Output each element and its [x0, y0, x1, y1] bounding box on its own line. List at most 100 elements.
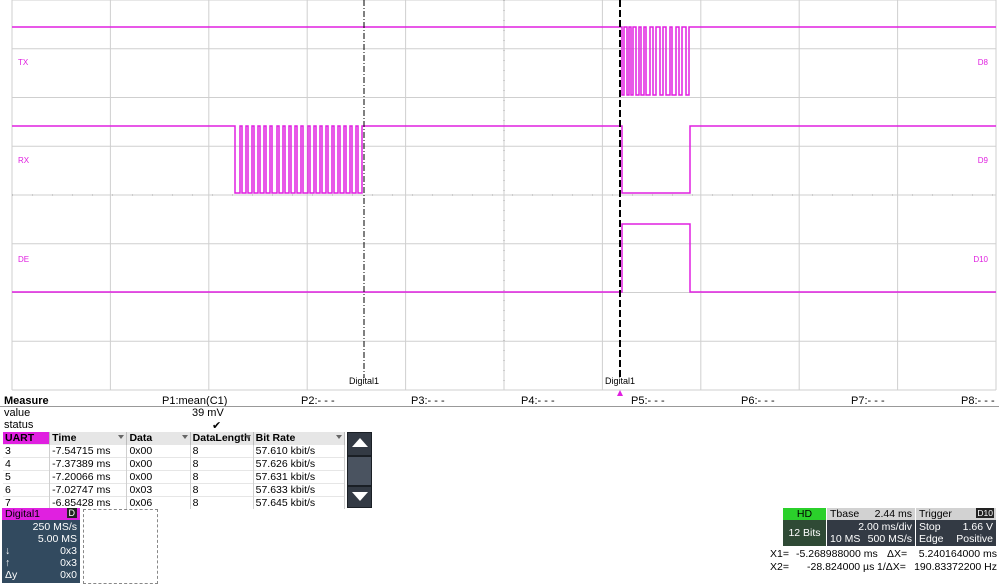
scroll-down-button[interactable]	[347, 486, 372, 508]
cell-index: 5	[3, 470, 51, 484]
trigger-type: Edge	[919, 533, 944, 545]
cell-bitrate: 57.626 kbit/s	[253, 457, 346, 471]
x2-value: -28.824000 µs	[807, 561, 875, 573]
cell-index: 4	[3, 457, 51, 471]
timebase-div: 2.00 ms/div	[858, 521, 912, 533]
x2-label: X2=	[770, 561, 789, 573]
hd-label: HD	[783, 508, 826, 520]
cursor-label-right: Digital1	[605, 376, 636, 386]
table-row[interactable]: 5 -7.20066 ms 0x00 8 57.631 kbit/s	[3, 470, 346, 484]
dropdown-icon[interactable]	[244, 435, 251, 439]
timebase-trigger-panel: HD 12 Bits Tbase 2.44 ms 2.00 ms/div 10 …	[783, 508, 996, 546]
dropdown-icon[interactable]	[336, 435, 342, 439]
digital1-dy-value: 0x0	[60, 569, 77, 581]
col-bitrate-label: Bit Rate	[255, 432, 296, 444]
table-row[interactable]: 4 -7.37389 ms 0x00 8 57.626 kbit/s	[3, 457, 346, 471]
cursor-label-left: Digital1	[349, 376, 380, 386]
trace-label-rx: RX	[18, 156, 30, 165]
trace-label-de: DE	[18, 255, 30, 264]
table-header-row: UART Time Data DataLength Bit Rate	[3, 432, 346, 445]
timebase-rate: 500 MS/s	[867, 533, 912, 545]
cell-time: -7.02747 ms	[49, 483, 128, 497]
col-datalength[interactable]: DataLength	[190, 432, 254, 445]
cell-data: 0x03	[126, 483, 191, 497]
col-uart[interactable]: UART	[3, 432, 51, 445]
inv-dx-label: 1/ΔX=	[877, 561, 906, 573]
cell-length: 8	[190, 496, 254, 509]
col-data[interactable]: Data	[126, 432, 191, 445]
cell-data: 0x06	[126, 496, 191, 509]
scroll-track[interactable]	[347, 456, 372, 486]
cell-data: 0x00	[126, 470, 191, 484]
cell-bitrate: 57.631 kbit/s	[253, 470, 346, 484]
cell-data: 0x00	[126, 457, 191, 471]
arrow-down-icon: ↓	[5, 545, 11, 557]
value-label: value	[4, 407, 31, 419]
dx-label: ΔX=	[887, 548, 908, 560]
empty-descriptor-slot[interactable]	[83, 509, 158, 584]
trigger-label: Trigger	[919, 508, 952, 520]
trigger-box[interactable]: Trigger D10 Stop 1.66 V Edge Positive	[916, 508, 996, 546]
trigger-header: Trigger D10	[916, 508, 996, 520]
trigger-mode: Stop	[919, 521, 941, 533]
dropdown-icon[interactable]	[181, 435, 188, 439]
tbase-label: Tbase	[830, 508, 860, 520]
cell-time: -7.54715 ms	[49, 444, 128, 458]
scroll-up-button[interactable]	[347, 432, 372, 456]
cell-bitrate: 57.610 kbit/s	[253, 444, 346, 458]
digital1-rate-row: 250 MS/s	[2, 521, 80, 533]
hd-box[interactable]: HD 12 Bits	[783, 508, 826, 546]
table-row[interactable]: 6 -7.02747 ms 0x03 8 57.633 kbit/s	[3, 483, 346, 497]
x1-value: -5.268988000 ms	[796, 548, 878, 560]
col-datalength-label: DataLength	[192, 432, 251, 444]
cell-time: -7.20066 ms	[49, 470, 128, 484]
trigger-source-badge: D10	[976, 508, 994, 518]
trace-label-tx: TX	[18, 58, 29, 67]
table-row[interactable]: 3 -7.54715 ms 0x00 8 57.610 kbit/s	[3, 444, 346, 458]
arrow-up-icon	[352, 438, 368, 447]
arrow-down-icon	[352, 492, 368, 501]
digital1-descriptor[interactable]: Digital1 D 250 MS/s 5.00 MS ↓ 0x3 ↑ 0x3 Δy…	[2, 508, 80, 583]
timebase-box[interactable]: Tbase 2.44 ms 2.00 ms/div 10 MS 500 MS/s	[827, 508, 915, 546]
uart-decode-table: UART Time Data DataLength Bit Rate 3 -7.…	[3, 432, 346, 509]
cell-length: 8	[190, 457, 254, 471]
x1-label: X1=	[770, 548, 789, 560]
digital1-dy-row: Δy 0x0	[2, 569, 80, 581]
arrow-up-icon: ↑	[5, 557, 11, 569]
col-data-label: Data	[129, 432, 153, 444]
cell-bitrate: 57.645 kbit/s	[253, 496, 346, 509]
col-bitrate[interactable]: Bit Rate	[253, 432, 346, 445]
col-time[interactable]: Time	[49, 432, 128, 445]
cell-time: -7.37389 ms	[49, 457, 128, 471]
bits-label: 12 Bits	[788, 527, 821, 539]
dropdown-icon[interactable]	[118, 435, 125, 439]
cell-length: 8	[190, 470, 254, 484]
digital1-title: Digital1	[5, 508, 41, 520]
dx-value: 5.240164000 ms	[918, 548, 997, 560]
timebase-header: Tbase 2.44 ms	[827, 508, 915, 520]
trigger-level: 1.66 V	[962, 521, 993, 533]
digital1-badge: D	[66, 508, 77, 518]
waveform-display	[11, 0, 997, 396]
measure-status-row: status ✔	[0, 419, 999, 432]
tbase-value: 2.44 ms	[874, 508, 912, 520]
digital1-up-value: 0x3	[60, 557, 77, 569]
cell-data: 0x00	[126, 444, 191, 458]
grid	[11, 0, 997, 391]
trace-channel-d9: D9	[977, 156, 988, 165]
digital1-dy-label: Δy	[5, 569, 18, 581]
trace-channel-d10: D10	[973, 255, 988, 264]
cell-length: 8	[190, 483, 254, 497]
digital1-down-value: 0x3	[60, 545, 77, 557]
col-time-label: Time	[52, 432, 77, 444]
digital1-down-row: ↓ 0x3	[2, 545, 80, 557]
cell-index: 6	[3, 483, 51, 497]
cell-bitrate: 57.633 kbit/s	[253, 483, 346, 497]
inv-dx-value: 190.83372200 Hz	[914, 561, 997, 573]
digital1-rate: 250 MS/s	[32, 521, 77, 533]
digital1-points: 5.00 MS	[37, 533, 77, 545]
digital1-header: Digital1 D	[2, 508, 80, 520]
digital1-up-row: ↑ 0x3	[2, 557, 80, 569]
cell-length: 8	[190, 444, 254, 458]
trigger-slope: Positive	[956, 533, 993, 545]
